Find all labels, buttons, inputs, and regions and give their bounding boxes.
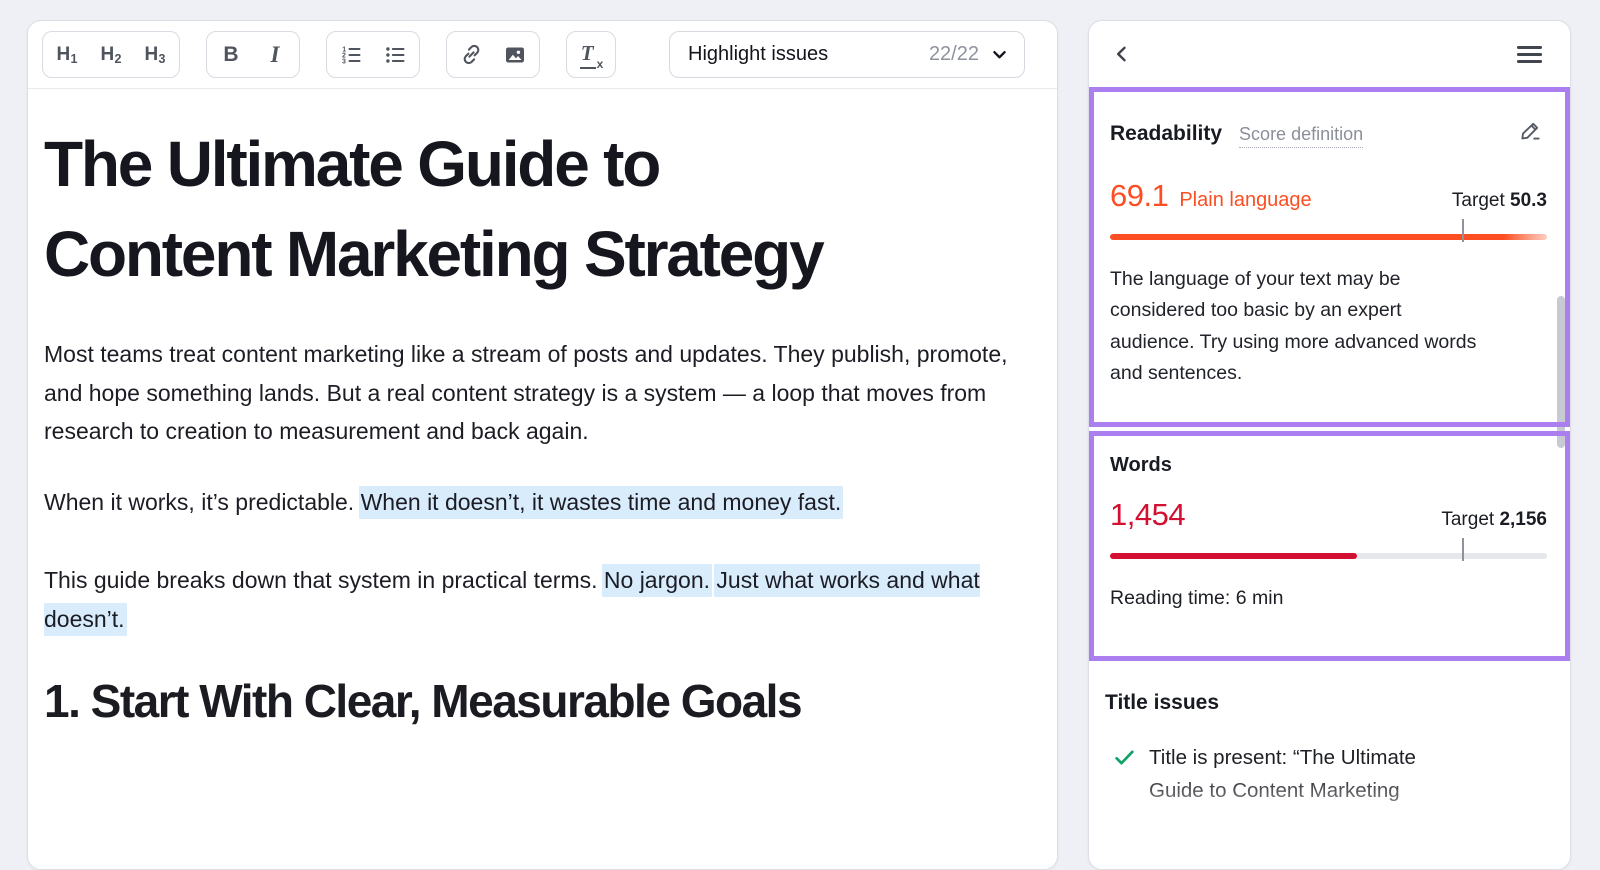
issue-item: Title is present: “The Ultimate Guide to… xyxy=(1105,742,1552,807)
clear-formatting-icon: Tx xyxy=(579,40,604,71)
heading-button-group: H1 H2 H3 xyxy=(42,31,180,78)
word-count: 1,454 xyxy=(1110,497,1186,532)
heading1-glyph: H xyxy=(56,43,71,65)
document-next-heading: 1. Start With Clear, Measurable Goals xyxy=(44,675,803,727)
back-button[interactable] xyxy=(1105,37,1139,71)
issue-text: Title is present: “The Ultimate Guide to… xyxy=(1149,746,1416,802)
unordered-list-button[interactable] xyxy=(373,34,417,76)
format-button-group: B I xyxy=(206,31,300,78)
editor-toolbar: H1 H2 H3 B I 1 2 3 T x Highlight issues … xyxy=(28,21,1057,89)
insert-link-button[interactable] xyxy=(449,34,493,76)
insert-button-group xyxy=(446,31,540,78)
italic-button[interactable]: I xyxy=(253,34,297,76)
document-paragraph: Most teams treat content marketing like … xyxy=(44,341,1008,444)
reading-time: Reading time: 6 min xyxy=(1110,587,1284,609)
edit-target-button[interactable] xyxy=(1513,113,1547,147)
italic-icon: I xyxy=(270,41,280,67)
clear-formatting-button[interactable]: Tx xyxy=(569,34,613,76)
readability-target-marker xyxy=(1461,218,1464,242)
words-progress-bar xyxy=(1110,538,1547,561)
insert-image-button[interactable] xyxy=(493,34,537,76)
highlighted-sentence[interactable]: No jargon. xyxy=(601,564,713,597)
readability-section: Readability Score definition 69.1 Plain … xyxy=(1089,87,1570,427)
bold-button[interactable]: B xyxy=(209,34,253,76)
words-target-marker xyxy=(1461,538,1464,561)
title-issues-section: Title issues Title is present: “The Ulti… xyxy=(1089,661,1570,807)
svg-text:3: 3 xyxy=(342,58,346,65)
highlighted-sentence[interactable]: When it doesn’t, it wastes time and mone… xyxy=(358,485,844,519)
heading1-button[interactable]: H1 xyxy=(45,34,89,76)
highlight-issues-label: Highlight issues xyxy=(688,43,829,65)
readability-progress-bar xyxy=(1110,218,1547,242)
ordered-list-icon: 123 xyxy=(339,43,363,67)
words-section: Words 1,454 Target 2,156 Reading time: 6… xyxy=(1089,431,1570,661)
title-issues-heading: Title issues xyxy=(1105,691,1220,714)
ordered-list-button[interactable]: 123 xyxy=(329,34,373,76)
menu-button[interactable] xyxy=(1512,37,1546,71)
panel-header xyxy=(1089,21,1570,87)
highlight-issues-count: 22/22 xyxy=(928,43,979,65)
readability-progress-fill xyxy=(1110,233,1547,240)
document-title: The Ultimate Guide to Content Marketing … xyxy=(44,128,825,290)
document-paragraph: This guide breaks down that system in pr… xyxy=(44,561,1009,638)
score-definition-link[interactable]: Score definition xyxy=(1239,124,1364,148)
heading2-glyph: H xyxy=(100,43,115,65)
link-icon xyxy=(459,42,484,67)
words-target: Target 2,156 xyxy=(1441,509,1547,530)
heading2-button[interactable]: H2 xyxy=(89,34,133,76)
document-editing-area[interactable]: The Ultimate Guide to Content Marketing … xyxy=(28,119,1057,728)
bold-icon: B xyxy=(223,42,239,66)
chevron-down-icon xyxy=(991,46,1008,63)
highlight-issues-dropdown[interactable]: Highlight issues 22/22 xyxy=(669,31,1025,78)
unordered-list-icon xyxy=(383,43,407,67)
readability-title: Readability xyxy=(1110,121,1223,145)
heading3-glyph: H xyxy=(144,43,159,65)
image-icon xyxy=(503,43,527,67)
heading3-button[interactable]: H3 xyxy=(133,34,177,76)
chevron-left-icon xyxy=(1112,44,1132,64)
words-progress-fill xyxy=(1110,553,1357,559)
words-title: Words xyxy=(1110,454,1172,476)
list-button-group: 123 xyxy=(326,31,420,78)
readability-description: The language of your text may be conside… xyxy=(1110,267,1477,385)
readability-score-label: Plain language xyxy=(1179,188,1312,211)
editor-bottom-fade xyxy=(30,735,1055,847)
clear-format-button-group: Tx xyxy=(566,31,616,78)
assistant-panel: Readability Score definition 69.1 Plain … xyxy=(1088,20,1571,870)
editor-card: H1 H2 H3 B I 1 2 3 T x Highlight issues … xyxy=(27,20,1058,870)
readability-target: Target 50.3 xyxy=(1451,189,1547,211)
document-paragraph: When it works, it’s predictable. When it… xyxy=(44,483,1009,522)
hamburger-icon xyxy=(1516,45,1542,63)
readability-score: 69.1 xyxy=(1110,177,1169,213)
pencil-icon xyxy=(1518,118,1543,143)
check-icon xyxy=(1113,746,1136,807)
